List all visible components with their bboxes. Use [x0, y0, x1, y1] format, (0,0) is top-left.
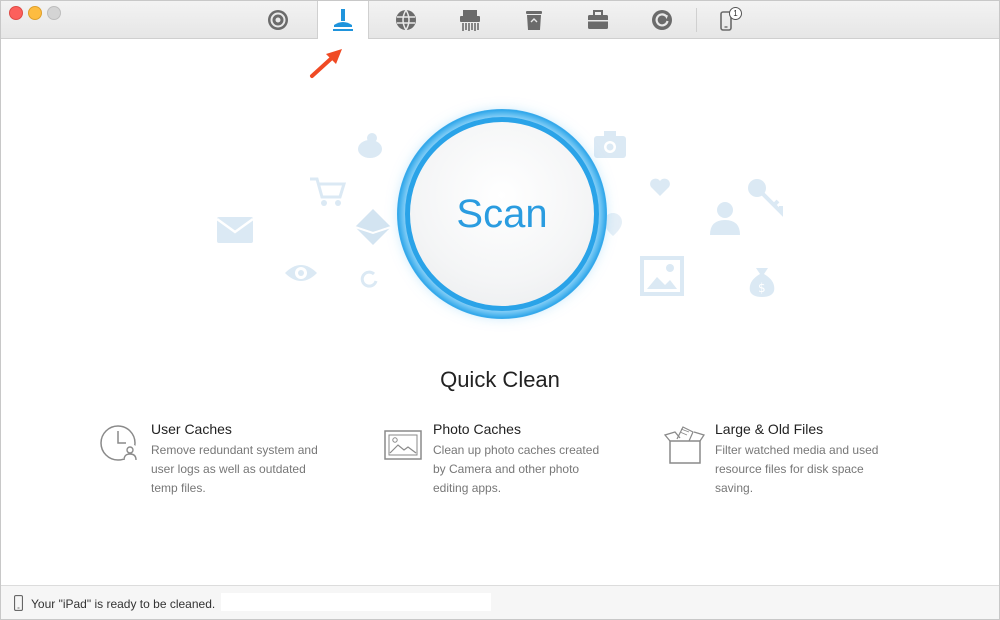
cart-icon [310, 177, 347, 206]
tab-cleaner[interactable] [317, 1, 369, 39]
tab-airbackup[interactable] [253, 1, 303, 38]
status-blank-area [221, 593, 491, 611]
app-window: 1 $ Scan Quick Clean User Caches Remove … [0, 0, 1000, 620]
toolbar: 1 [1, 1, 999, 39]
money-bag-icon: $ [749, 268, 775, 297]
piggy-icon [358, 133, 382, 158]
ipad-icon [14, 595, 23, 611]
minimize-window-button[interactable] [28, 6, 42, 20]
device-count-badge: 1 [729, 7, 742, 20]
eye-icon [285, 265, 317, 281]
scan-button[interactable]: Scan [405, 117, 599, 311]
refresh-icon [360, 270, 378, 288]
feature-title: Large & Old Files [715, 421, 824, 437]
feature-description: Filter watched media and used resource f… [715, 443, 879, 495]
tab-toolkit[interactable] [573, 1, 623, 38]
svg-text:$: $ [758, 281, 766, 295]
zoom-window-button[interactable] [47, 6, 61, 20]
tab-trash[interactable] [509, 1, 559, 38]
feature-description: Clean up photo caches created by Camera … [433, 443, 600, 495]
internet-icon [396, 9, 416, 30]
page-title: Quick Clean [440, 367, 560, 392]
toolbar-separator [696, 8, 697, 32]
large-old-files-icon [663, 426, 705, 464]
feature-title: User Caches [151, 421, 232, 437]
photo-caches-icon [384, 430, 422, 460]
tab-sync[interactable] [637, 1, 687, 38]
trash-icon [526, 10, 542, 30]
tab-shredder[interactable] [445, 1, 495, 38]
sync-icon [652, 9, 672, 30]
scan-button-label: Scan [456, 191, 548, 236]
mail-icon [216, 217, 254, 243]
camera-icon [594, 131, 626, 158]
envelope-open-icon [354, 209, 392, 245]
status-text: Your "iPad" is ready to be cleaned. [31, 597, 216, 611]
tab-internet[interactable] [381, 1, 431, 38]
person-icon [710, 202, 740, 235]
feature-description: Remove redundant system and user logs as… [151, 443, 318, 495]
airbackup-icon [268, 9, 288, 30]
key-icon [748, 179, 783, 217]
user-caches-icon [100, 425, 139, 462]
toolkit-icon [588, 9, 608, 29]
tab-device[interactable] [701, 1, 751, 38]
cleaner-icon [333, 9, 353, 31]
feature-title: Photo Caches [433, 421, 521, 437]
status-bar: Your "iPad" is ready to be cleaned. [1, 585, 999, 619]
annotation-arrow-icon [310, 49, 342, 78]
shredder-icon [460, 9, 480, 31]
heart-icon [650, 178, 670, 196]
picture-icon [640, 256, 684, 296]
close-window-button[interactable] [9, 6, 23, 20]
